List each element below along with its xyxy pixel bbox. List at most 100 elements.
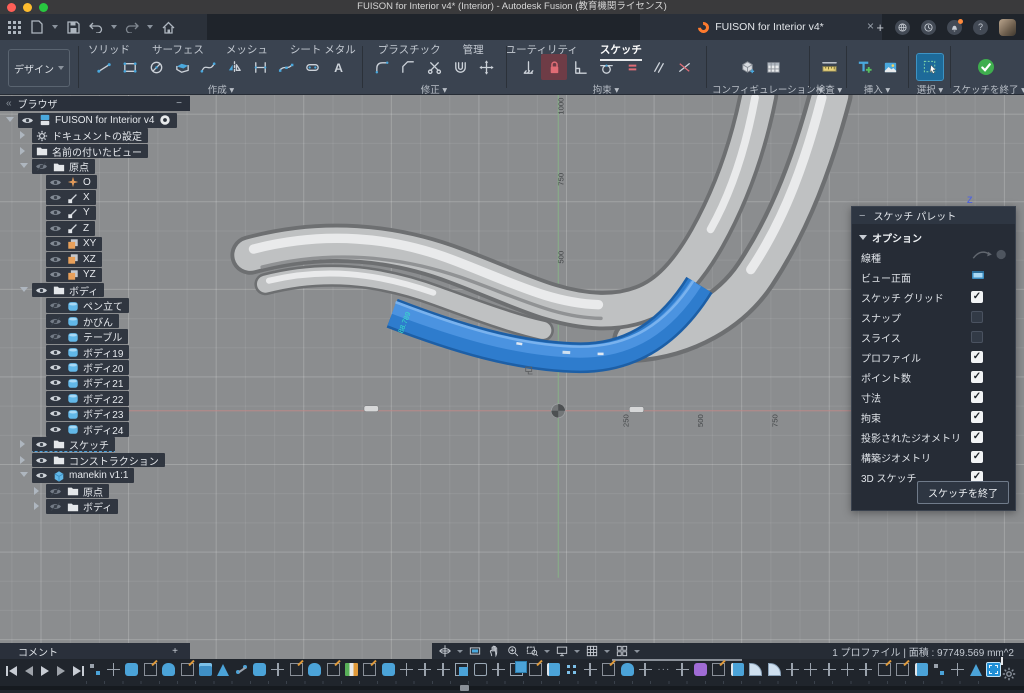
browser-header[interactable]: « ブラウザ − bbox=[0, 96, 190, 111]
timeline-feature-active[interactable] bbox=[987, 663, 1000, 676]
dropdown-caret[interactable] bbox=[574, 650, 580, 653]
constrain-group-label[interactable]: 拘束 ▾ bbox=[512, 82, 700, 96]
visibility-eye-icon[interactable] bbox=[49, 299, 62, 312]
config-cube-tool[interactable] bbox=[734, 54, 760, 80]
palette-viewfront[interactable] bbox=[971, 268, 985, 286]
dimension-tool[interactable] bbox=[247, 54, 273, 80]
visibility-eye-icon[interactable] bbox=[35, 454, 48, 467]
browser-item-名前の付いたビュー[interactable]: 名前の付いたビュー bbox=[32, 144, 148, 159]
visibility-eye-icon[interactable] bbox=[49, 423, 62, 436]
timeline-position-marker[interactable] bbox=[460, 685, 469, 691]
browser-item-ボディ[interactable]: ボディ bbox=[46, 499, 118, 514]
timeline-feature-ellipsis[interactable]: ··· bbox=[657, 663, 670, 676]
timeline-feature-move[interactable] bbox=[639, 663, 652, 676]
browser-item-ボディ21[interactable]: ボディ21 bbox=[46, 376, 129, 391]
visibility-eye-icon[interactable] bbox=[49, 222, 62, 235]
timeline-feature-move[interactable] bbox=[951, 663, 964, 676]
chevron-right-icon[interactable] bbox=[20, 456, 25, 464]
active-component-radio[interactable] bbox=[158, 114, 171, 127]
offset-tool[interactable] bbox=[447, 54, 473, 80]
undo-icon[interactable] bbox=[88, 19, 104, 35]
parallel-tool[interactable] bbox=[645, 54, 671, 80]
timeline-feature-pattern[interactable] bbox=[565, 663, 578, 676]
fillet-tool[interactable] bbox=[369, 54, 395, 80]
timeline-feature-appearance[interactable] bbox=[345, 663, 358, 676]
timeline-feature-move[interactable] bbox=[271, 663, 284, 676]
nav-zoom-icon[interactable] bbox=[506, 644, 520, 658]
tangent-tool[interactable] bbox=[593, 54, 619, 80]
patch-tool[interactable] bbox=[169, 54, 195, 80]
visibility-eye-icon[interactable] bbox=[49, 176, 62, 189]
line-tool[interactable] bbox=[91, 54, 117, 80]
point-spline-tool[interactable] bbox=[273, 54, 299, 80]
job-status-icon[interactable] bbox=[921, 20, 936, 35]
palette-check-on[interactable]: ✓ bbox=[971, 391, 983, 403]
view-front-icon[interactable] bbox=[971, 268, 985, 286]
nav-viewports-icon[interactable] bbox=[615, 644, 629, 658]
browser-item-コンストラクション[interactable]: コンストラクション bbox=[32, 453, 165, 468]
step-forward-button[interactable] bbox=[57, 666, 65, 676]
timeline-feature-move[interactable] bbox=[841, 663, 854, 676]
visibility-eye-icon[interactable] bbox=[49, 330, 62, 343]
browser-item-XY[interactable]: XY bbox=[46, 237, 102, 252]
browser-collapse-icon[interactable]: « bbox=[0, 98, 18, 109]
slot-tool[interactable] bbox=[299, 54, 325, 80]
circle-tool[interactable] bbox=[143, 54, 169, 80]
chevron-right-icon[interactable] bbox=[20, 147, 25, 155]
visibility-eye-icon[interactable] bbox=[35, 469, 48, 482]
finish-sketch-button[interactable]: スケッチを終了 bbox=[917, 481, 1009, 504]
help-icon[interactable]: ? bbox=[973, 20, 988, 35]
config-table-tool[interactable] bbox=[760, 54, 786, 80]
chevron-down-icon[interactable] bbox=[20, 287, 28, 292]
comments-bar[interactable]: コメント + bbox=[0, 643, 190, 659]
chamfer-tool[interactable] bbox=[395, 54, 421, 80]
browser-item-ペン立て[interactable]: ペン立て bbox=[46, 298, 129, 313]
extensions-icon[interactable] bbox=[895, 20, 910, 35]
sketch-palette-header[interactable]: − スケッチ パレット bbox=[852, 207, 1015, 224]
palette-check-on[interactable]: ✓ bbox=[971, 351, 983, 363]
browser-item-ドキュメントの設定[interactable]: ドキュメントの設定 bbox=[32, 128, 148, 143]
browser-item-XZ[interactable]: XZ bbox=[46, 252, 102, 267]
timeline-feature-sketch[interactable] bbox=[144, 663, 157, 676]
text-tool[interactable]: A bbox=[325, 54, 351, 80]
palette-check-on[interactable]: ✓ bbox=[971, 411, 983, 423]
browser-item-ボディ22[interactable]: ボディ22 bbox=[46, 391, 129, 406]
timeline-feature-book[interactable] bbox=[547, 663, 560, 676]
workspace-selector[interactable]: デザイン bbox=[8, 49, 70, 87]
section-collapse-icon[interactable] bbox=[859, 235, 867, 240]
redo-icon[interactable] bbox=[124, 19, 140, 35]
create-group-label[interactable]: 作成 ▾ bbox=[80, 82, 362, 96]
play-button[interactable] bbox=[41, 666, 49, 676]
checkbox-checked[interactable]: ✓ bbox=[971, 351, 983, 363]
origin-marker[interactable] bbox=[551, 404, 565, 418]
timeline-feature-mirror[interactable] bbox=[970, 664, 982, 676]
lock-tool[interactable] bbox=[541, 54, 567, 80]
measure-tool[interactable] bbox=[816, 54, 842, 80]
dropdown-caret[interactable] bbox=[634, 650, 640, 653]
chevron-right-icon[interactable] bbox=[34, 502, 39, 510]
nav-orbit-icon[interactable] bbox=[438, 644, 452, 658]
visibility-eye-icon[interactable] bbox=[49, 361, 62, 374]
ground-cylinder[interactable] bbox=[364, 406, 644, 413]
palette-linetype[interactable] bbox=[971, 248, 1009, 266]
visibility-eye-icon[interactable] bbox=[49, 346, 62, 359]
visibility-eye-icon[interactable] bbox=[35, 160, 48, 173]
redo-dropdown[interactable] bbox=[147, 25, 153, 29]
timeline-feature-boxline[interactable] bbox=[474, 663, 487, 676]
add-tab-icon[interactable]: + bbox=[876, 20, 884, 35]
go-to-start-button[interactable] bbox=[6, 666, 17, 676]
timeline-feature-sketch[interactable] bbox=[181, 663, 194, 676]
visibility-eye-icon[interactable] bbox=[35, 438, 48, 451]
visibility-eye-icon[interactable] bbox=[21, 114, 34, 127]
visibility-eye-icon[interactable] bbox=[49, 315, 62, 328]
nav-display-icon[interactable] bbox=[555, 644, 569, 658]
palette-check-off[interactable] bbox=[971, 311, 983, 323]
chevron-down-icon[interactable] bbox=[6, 117, 14, 122]
visibility-eye-icon[interactable] bbox=[49, 376, 62, 389]
checkbox-unchecked[interactable] bbox=[971, 331, 983, 343]
timeline-feature-loft[interactable] bbox=[621, 663, 634, 676]
chevron-down-icon[interactable] bbox=[20, 472, 28, 477]
timeline-feature-link[interactable] bbox=[933, 663, 946, 676]
browser-item-X[interactable]: X bbox=[46, 190, 96, 205]
step-back-button[interactable] bbox=[25, 666, 33, 676]
